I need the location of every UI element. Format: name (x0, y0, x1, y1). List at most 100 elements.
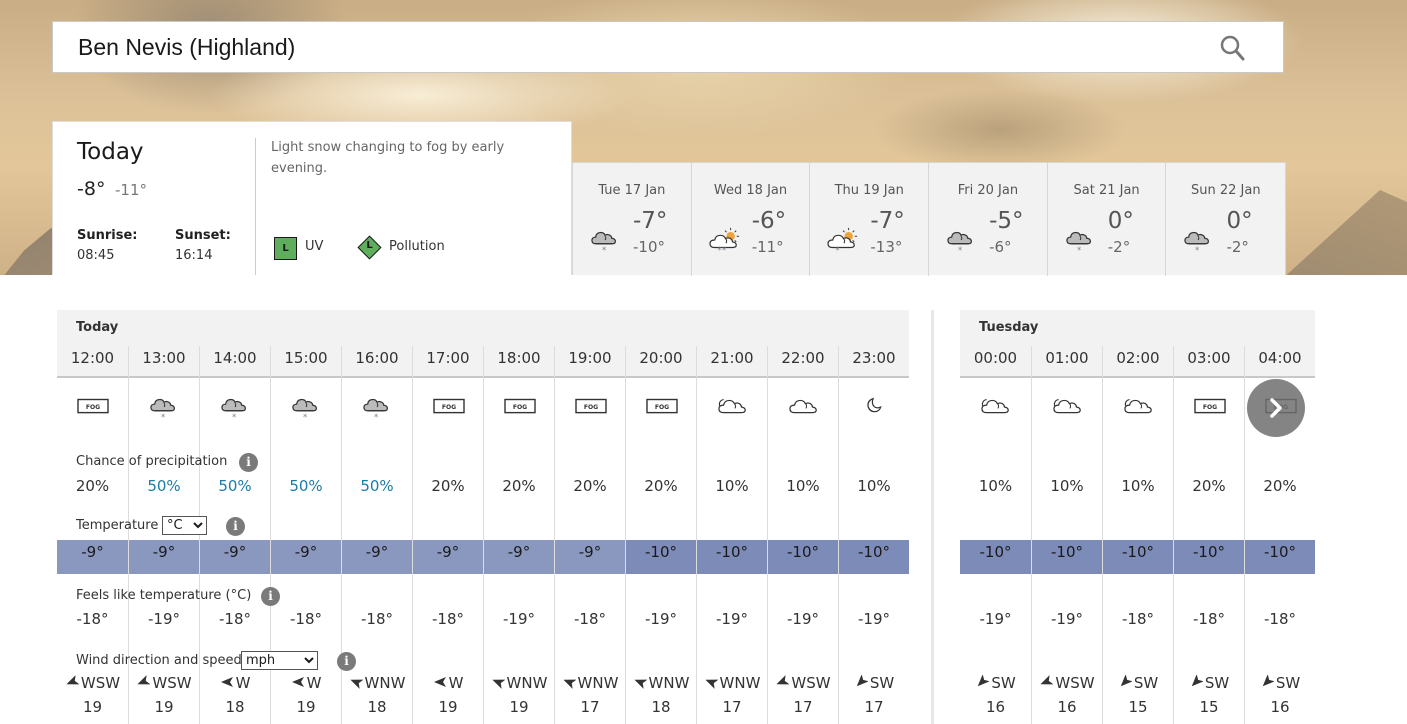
hour-precip-chance: 10% (715, 477, 749, 495)
hour-time: 04:00 (1258, 349, 1302, 367)
day-date: Thu 19 Jan (834, 183, 904, 198)
hour-time: 02:00 (1116, 349, 1160, 367)
hour-wind-direction: W (413, 674, 483, 692)
wind-arrow-icon (705, 679, 718, 689)
hour-precip-chance: 10% (857, 477, 891, 495)
fog-icon: FOG (644, 392, 680, 422)
light-snow-icon: * (360, 392, 396, 422)
hour-time: 01:00 (1045, 349, 1089, 367)
today-summary-card[interactable]: Today -8° -11° Sunrise: 08:45 Sunset: 16… (52, 121, 572, 275)
info-icon[interactable]: i (226, 517, 245, 536)
wind-arrow-icon (1191, 675, 1203, 687)
hour-column: 00:00 10% -10° -19° SW 16 (960, 346, 1031, 724)
hour-wind-direction: WNW (555, 674, 625, 692)
sunset-label: Sunset: (175, 228, 231, 243)
mountain-right (1270, 190, 1407, 275)
wind-direction-text: SW (991, 674, 1016, 692)
hour-wind-direction: WSW (768, 674, 838, 692)
hour-precip-chance: 20% (431, 477, 465, 495)
hour-temperature: -10° (839, 540, 909, 574)
wind-arrow-icon (978, 675, 990, 687)
light-snow-icon: * (147, 392, 183, 422)
wind-direction-text: SW (869, 674, 895, 692)
hour-time: 23:00 (852, 349, 896, 367)
hour-wind-speed: 16 (1057, 698, 1077, 716)
info-icon[interactable]: i (239, 453, 258, 472)
light-snow-icon: * (1064, 225, 1094, 255)
hour-time: 20:00 (639, 349, 683, 367)
search-icon (1220, 35, 1245, 61)
hour-feels-like: -18° (1122, 610, 1154, 628)
wind-direction-text: WSW (80, 674, 121, 692)
hour-feels-like: -19° (148, 610, 180, 628)
wind-direction-text: WSW (152, 674, 192, 692)
hour-precip-chance: 10% (1121, 477, 1155, 495)
clear-night-icon (857, 392, 893, 422)
wind-arrow-icon (634, 679, 647, 689)
partly-cloudy-night-icon (1121, 392, 1157, 422)
wind-direction-text: WNW (719, 674, 761, 692)
wind-direction-text: W (448, 674, 464, 692)
hour-temperature: -9° (484, 540, 554, 574)
wind-arrow-icon (137, 675, 151, 685)
hour-feels-like: -18° (1264, 610, 1296, 628)
hour-temperature: -10° (768, 540, 838, 574)
hour-wind-direction: WSW (1032, 674, 1102, 692)
location-search-input[interactable] (53, 23, 1153, 71)
hour-temperature: -10° (1245, 540, 1315, 574)
hour-precip-chance: 50% (360, 477, 394, 495)
svg-text:*: * (958, 245, 962, 255)
svg-text:*: * (836, 245, 840, 255)
temperature-unit-select[interactable]: °C (162, 516, 207, 535)
hour-temperature: -10° (697, 540, 767, 574)
svg-text:FOG: FOG (442, 404, 456, 411)
day-tab[interactable]: Thu 19 Jan * -7° -13° (810, 163, 930, 276)
hour-precip-chance: 10% (978, 477, 1013, 495)
svg-text:FOG: FOG (513, 404, 527, 411)
wind-arrow-icon (66, 675, 79, 685)
sunny-intervals-light-snow-icon: * (826, 225, 858, 255)
today-description: Light snow changing to fog by early even… (271, 140, 505, 176)
day-high-temp: -5° (989, 208, 1024, 234)
today-title: Today (77, 139, 144, 165)
hourly-block: Tuesday 00:00 10% -10° -19° SW 16 01:00 … (960, 310, 1315, 724)
day-tab[interactable]: Wed 18 Jan * * -6° -11° (692, 163, 811, 276)
fog-icon: FOG (75, 392, 111, 422)
hour-temperature: -9° (342, 540, 412, 574)
hour-feels-like: -18° (1193, 610, 1225, 628)
day-tab[interactable]: Sun 22 Jan * 0° -2° (1166, 163, 1285, 276)
block-day-title: Today (76, 320, 119, 335)
wind-arrow-icon (433, 677, 446, 687)
wind-arrow-icon (1040, 675, 1054, 685)
location-search[interactable] (52, 21, 1284, 73)
next-hours-button[interactable] (1247, 379, 1305, 437)
svg-text:*: * (303, 412, 307, 422)
hour-feels-like: -19° (858, 610, 890, 628)
svg-text:*: * (717, 245, 721, 255)
day-tab[interactable]: Fri 20 Jan * -5° -6° (929, 163, 1048, 276)
hour-column: 19:00 FOG 20% -9° -18° WNW 17 (554, 346, 625, 724)
day-tab[interactable]: Sat 21 Jan * 0° -2° (1048, 163, 1167, 276)
svg-text:*: * (232, 412, 236, 422)
hour-wind-speed: 17 (580, 698, 600, 716)
wind-arrow-icon (492, 679, 505, 689)
info-icon[interactable]: i (337, 652, 356, 671)
hourly-block: Today 12:00 FOG 20% -9° -18° WSW 19 13:0… (57, 310, 909, 724)
today-low-temp: -11° (115, 181, 147, 199)
wind-arrow-icon (350, 679, 363, 689)
wind-direction-text: WSW (791, 674, 831, 692)
search-button[interactable] (1219, 34, 1247, 62)
hour-precip-chance: 50% (289, 477, 323, 495)
hour-wind-speed: 19 (82, 698, 103, 716)
wind-arrow-icon (776, 675, 790, 685)
hour-time: 12:00 (70, 349, 115, 367)
wind-unit-select[interactable]: mph (241, 651, 318, 670)
svg-text:*: * (161, 412, 165, 422)
svg-text:*: * (1077, 245, 1081, 255)
hour-feels-like: -18° (76, 610, 109, 628)
day-low-temp: -2° (1107, 238, 1131, 256)
hour-wind-direction: WNW (342, 674, 412, 692)
hour-wind-speed: 15 (1199, 698, 1219, 716)
day-tab[interactable]: Tue 17 Jan * -7° -10° (573, 163, 692, 276)
info-icon[interactable]: i (261, 587, 280, 606)
